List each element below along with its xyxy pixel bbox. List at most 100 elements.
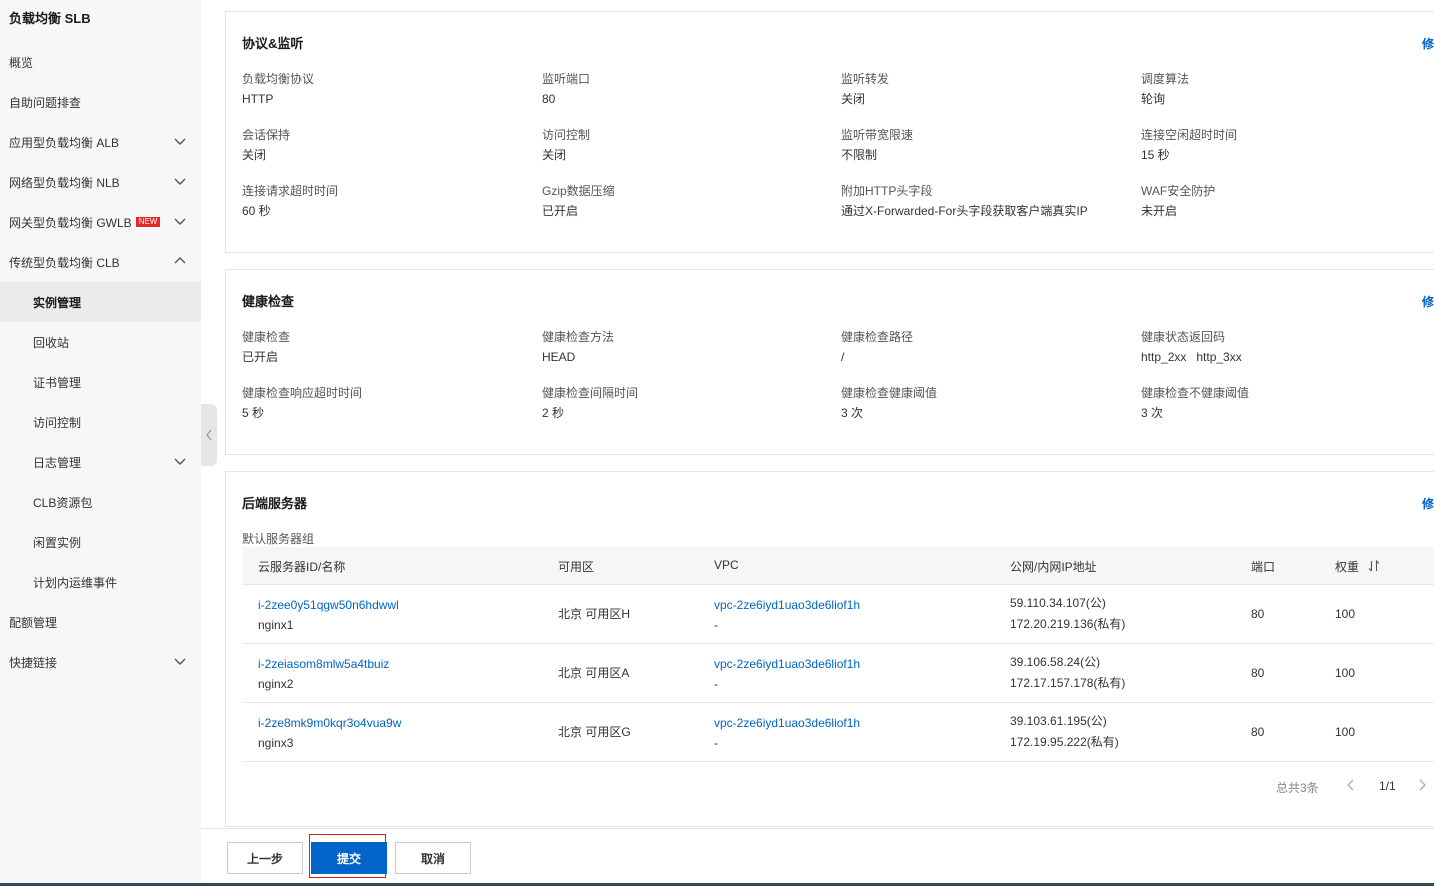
ip-cell: 59.110.34.107(公) 172.20.219.136(私有): [1010, 593, 1125, 635]
field-label: 健康检查健康阈值: [841, 386, 938, 400]
sidebar-item-access-control[interactable]: 访问控制: [0, 402, 201, 442]
sidebar-item-clb[interactable]: 传统型负载均衡 CLB: [0, 242, 201, 282]
vpc-sub: -: [714, 736, 718, 750]
chevron-right-icon[interactable]: [1416, 778, 1428, 792]
table-header: 云服务器ID/名称 可用区 VPC 公网/内网IP地址 端口 权重: [242, 547, 1434, 585]
field-label: 健康检查方法: [542, 330, 615, 344]
sidebar-item-label: CLB资源包: [33, 495, 93, 510]
sidebar-item-certificates[interactable]: 证书管理: [0, 362, 201, 402]
sidebar-item-gwlb[interactable]: 网关型负载均衡 GWLB NEW: [0, 202, 201, 242]
vpc-cell: vpc-2ze6iyd1uao3de6liof1h -: [714, 713, 860, 753]
field-label: 监听带宽限速: [841, 128, 914, 142]
field-label: 负载均衡协议: [242, 72, 315, 86]
column-header-weight: 权重: [1335, 560, 1360, 574]
chevron-down-icon: [174, 458, 186, 465]
field-health-check: 健康检查 已开启: [242, 329, 532, 365]
field-label: 附加HTTP头字段: [841, 184, 933, 198]
edit-link[interactable]: 修改: [1422, 293, 1434, 310]
sidebar-item-alb[interactable]: 应用型负载均衡 ALB: [0, 122, 201, 162]
server-name: nginx2: [258, 677, 294, 691]
sidebar-item-label: 传统型负载均衡 CLB: [9, 255, 120, 270]
vpc-link[interactable]: vpc-2ze6iyd1uao3de6liof1h: [714, 595, 860, 615]
field-value: 轮询: [1141, 92, 1166, 106]
field-http-headers: 附加HTTP头字段 通过X-Forwarded-For头字段获取客户端真实IP: [841, 183, 1131, 219]
weight-cell: 100: [1335, 666, 1356, 680]
port-cell: 80: [1251, 666, 1265, 680]
sidebar-item-clb-packages[interactable]: CLB资源包: [0, 482, 201, 522]
sidebar-collapse-handle[interactable]: [201, 404, 217, 466]
card-title: 健康检查: [242, 294, 295, 309]
public-ip: 59.110.34.107(公): [1010, 596, 1106, 610]
column-header-zone: 可用区: [558, 560, 595, 574]
sidebar-item-quick-links[interactable]: 快捷链接: [0, 642, 201, 682]
column-header-vpc: VPC: [714, 558, 739, 572]
field-healthy-threshold: 健康检查健康阈值 3 次: [841, 385, 1131, 421]
field-label: WAF安全防护: [1141, 184, 1216, 198]
field-idle-timeout: 连接空闲超时时间 15 秒: [1141, 127, 1431, 163]
private-ip: 172.20.219.136(私有): [1010, 617, 1126, 631]
field-value: HTTP: [242, 92, 274, 106]
card-title: 后端服务器: [242, 496, 308, 511]
sidebar-item-recycle-bin[interactable]: 回收站: [0, 322, 201, 362]
sidebar-item-overview[interactable]: 概览: [0, 42, 201, 82]
field-health-timeout: 健康检查响应超时时间 5 秒: [242, 385, 532, 421]
chevron-left-icon[interactable]: [1345, 778, 1357, 792]
server-id-link[interactable]: i-2zee0y51qgw50n6hdwwl: [258, 595, 399, 615]
cancel-button[interactable]: 取消: [395, 842, 471, 874]
sidebar-item-nlb[interactable]: 网络型负载均衡 NLB: [0, 162, 201, 202]
submit-button[interactable]: 提交: [311, 842, 387, 874]
vpc-cell: vpc-2ze6iyd1uao3de6liof1h -: [714, 654, 860, 694]
server-name: nginx3: [258, 736, 294, 750]
sidebar-item-quota[interactable]: 配额管理: [0, 602, 201, 642]
prev-step-button[interactable]: 上一步: [227, 842, 303, 874]
chevron-up-icon: [174, 257, 186, 264]
field-value: 2 秒: [542, 406, 565, 420]
ip-cell: 39.103.61.195(公) 172.19.95.222(私有): [1010, 711, 1119, 753]
action-footer: 上一步 提交 取消: [201, 828, 1434, 883]
sidebar-item-label: 概览: [9, 55, 34, 70]
sidebar-item-label: 自助问题排查: [9, 95, 82, 110]
field-health-interval: 健康检查间隔时间 2 秒: [542, 385, 832, 421]
column-header-ip: 公网/内网IP地址: [1010, 560, 1097, 574]
edit-link[interactable]: 修改: [1422, 35, 1434, 52]
field-label: 健康状态返回码: [1141, 330, 1226, 344]
sidebar-item-troubleshoot[interactable]: 自助问题排查: [0, 82, 201, 122]
sort-icon[interactable]: [1368, 560, 1380, 572]
port-cell: 80: [1251, 607, 1265, 621]
field-listener-port: 监听端口 80: [542, 71, 832, 107]
sidebar-item-instance-management[interactable]: 实例管理: [0, 282, 201, 322]
server-id-link[interactable]: i-2zeiasom8mlw5a4tbuiz: [258, 654, 389, 674]
field-value: HEAD: [542, 350, 576, 364]
field-label: 访问控制: [542, 128, 591, 142]
field-lb-protocol: 负载均衡协议 HTTP: [242, 71, 532, 107]
sidebar-item-logs[interactable]: 日志管理: [0, 442, 201, 482]
vpc-sub: -: [714, 618, 718, 632]
protocol-listener-card: 协议&监听 修改 负载均衡协议 HTTP 监听端口 80 监听转发关闭 调度算法轮询…: [225, 11, 1434, 253]
field-value: 不限制: [841, 148, 878, 162]
field-label: Gzip数据压缩: [542, 184, 615, 198]
weight-cell: 100: [1335, 725, 1356, 739]
field-bandwidth-limit: 监听带宽限速 不限制: [841, 127, 1131, 163]
column-header-id: 云服务器ID/名称: [258, 560, 346, 574]
public-ip: 39.103.61.195(公): [1010, 714, 1107, 728]
weight-cell: 100: [1335, 607, 1356, 621]
vpc-link[interactable]: vpc-2ze6iyd1uao3de6liof1h: [714, 654, 860, 674]
field-value: 80: [542, 92, 556, 106]
field-value: 关闭: [841, 92, 866, 106]
field-health-method: 健康检查方法 HEAD: [542, 329, 832, 365]
field-value: 3 次: [841, 406, 864, 420]
sidebar-item-maintenance-events[interactable]: 计划内运维事件: [0, 562, 201, 602]
server-id-link[interactable]: i-2ze8mk9m0kqr3o4vua9w: [258, 713, 401, 733]
sidebar-item-label: 快捷链接: [9, 655, 58, 670]
edit-link[interactable]: 修改: [1422, 495, 1434, 512]
sidebar-item-idle-instances[interactable]: 闲置实例: [0, 522, 201, 562]
card-title: 协议&监听: [242, 36, 304, 51]
field-access-control: 访问控制 关闭: [542, 127, 832, 163]
sidebar-item-label: 应用型负载均衡 ALB: [9, 135, 120, 150]
backend-servers-card: 后端服务器 修改 默认服务器组 云服务器ID/名称 可用区 VPC 公网/内网I…: [225, 471, 1434, 827]
field-value: 未开启: [1141, 204, 1178, 218]
vpc-link[interactable]: vpc-2ze6iyd1uao3de6liof1h: [714, 713, 860, 733]
server-id-cell: i-2zeiasom8mlw5a4tbuiz nginx2: [258, 654, 389, 694]
field-value: 已开启: [242, 350, 279, 364]
field-health-codes: 健康状态返回码 http_2xx http_3xx: [1141, 329, 1431, 365]
